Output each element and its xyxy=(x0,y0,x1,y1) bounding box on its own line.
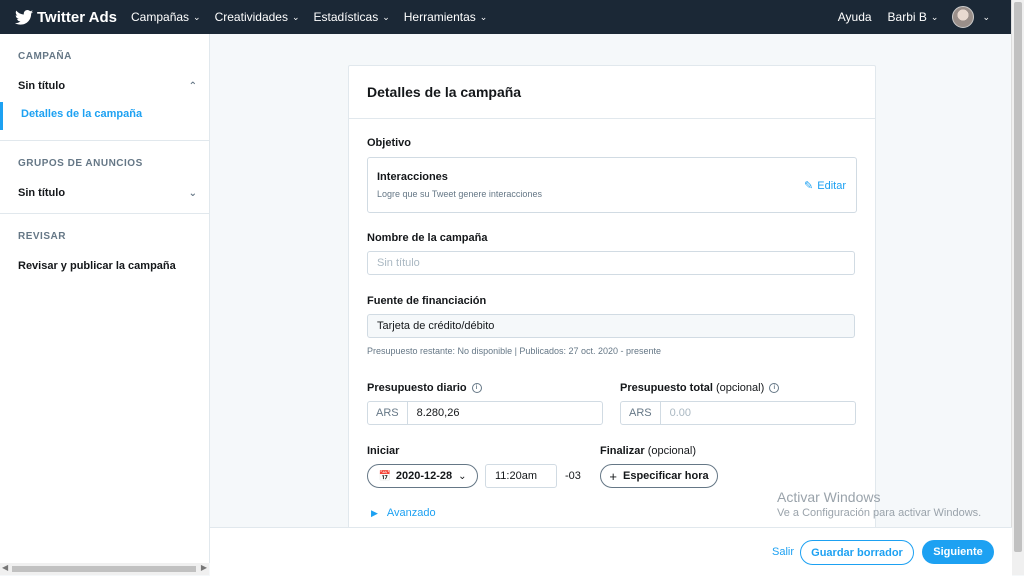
top-nav: Twitter Ads Campañas ⌄ Creatividades ⌄ Est… xyxy=(0,0,1012,34)
activate-windows-subtitle: Ve a Configuración para activar Windows. xyxy=(777,507,982,519)
objective-description: Logre que su Tweet genere interacciones xyxy=(377,189,542,199)
sidebar-item-label: Sin título xyxy=(18,187,66,199)
chevron-down-icon: ⌄ xyxy=(291,11,300,22)
specify-end-time-label: Especificar hora xyxy=(623,470,709,482)
objective-box: Interacciones Logre que su Tweet genere … xyxy=(367,157,857,213)
daily-budget-value: 8.280,26 xyxy=(416,407,460,419)
campaign-name-label: Nombre de la campaña xyxy=(367,232,488,244)
sidebar: CAMPAÑA Sin título ⌃ Detalles de la camp… xyxy=(0,34,210,575)
nav-label: Creatividades xyxy=(214,10,288,24)
caret-right-icon: ▶ xyxy=(371,507,378,518)
vertical-scrollbar[interactable] xyxy=(1011,0,1024,575)
calendar-icon: 📅 xyxy=(378,470,391,482)
chevron-down-icon: ⌄ xyxy=(479,11,488,22)
currency-prefix: ARS xyxy=(621,402,661,424)
total-budget-label: Presupuesto total (opcional) i xyxy=(620,382,780,394)
twitter-bird-icon xyxy=(15,9,33,25)
avatar[interactable] xyxy=(952,6,975,28)
next-button[interactable]: Siguiente xyxy=(922,540,994,564)
funding-source-field: Tarjeta de crédito/débito xyxy=(367,314,855,338)
chevron-down-icon: ⌄ xyxy=(458,470,467,482)
total-budget-placeholder: 0.00 xyxy=(669,407,692,419)
sidebar-heading: GRUPOS DE ANUNCIOS xyxy=(18,158,143,169)
sidebar-section-campaign: CAMPAÑA Sin título ⌃ Detalles de la camp… xyxy=(0,34,209,141)
chevron-down-icon: ⌄ xyxy=(382,11,390,22)
campaign-name-placeholder: Sin título xyxy=(377,257,420,269)
chevron-up-icon: ⌃ xyxy=(188,80,197,92)
sidebar-item-campaign-details[interactable]: Detalles de la campaña xyxy=(0,102,209,130)
nav-label: Campañas xyxy=(131,10,190,24)
nav-label: Estadísticas xyxy=(313,10,379,24)
start-time-input[interactable]: 11:20am xyxy=(485,464,557,488)
info-icon[interactable]: i xyxy=(769,383,780,394)
nav-label: Herramientas xyxy=(403,10,476,24)
sidebar-item-adgroup[interactable]: Sin título ⌄ xyxy=(0,177,209,213)
horizontal-scrollbar[interactable]: ◀ ▶ xyxy=(0,563,209,575)
start-time-value: 11:20am xyxy=(495,470,537,482)
funding-help-text: Presupuesto restante: No disponible | Pu… xyxy=(367,346,662,356)
objective-title: Interacciones xyxy=(377,171,448,183)
chevron-down-icon: ⌄ xyxy=(188,187,197,199)
scroll-left-icon[interactable]: ◀ xyxy=(2,563,8,572)
exit-link[interactable]: Salir xyxy=(772,546,794,558)
footer-bar: Salir Guardar borrador Siguiente xyxy=(210,527,1012,576)
nav-creatives[interactable]: Creatividades ⌄ xyxy=(215,10,300,24)
account-menu[interactable]: Barbi B ⌄ xyxy=(888,10,939,24)
funding-source-value: Tarjeta de crédito/débito xyxy=(377,320,495,332)
total-budget-input[interactable]: ARS 0.00 xyxy=(620,401,856,425)
daily-budget-input[interactable]: ARS 8.280,26 xyxy=(367,401,603,425)
nav-campaigns[interactable]: Campañas ⌄ xyxy=(131,10,201,24)
plus-icon: + xyxy=(609,468,617,484)
campaign-name-input[interactable]: Sin título xyxy=(367,251,855,275)
end-label-text: Finalizar xyxy=(600,445,645,457)
account-name: Barbi B xyxy=(887,10,927,24)
funding-source-label: Fuente de financiación xyxy=(367,295,487,307)
sidebar-item-campaign[interactable]: Sin título ⌃ xyxy=(0,70,209,102)
nav-analytics[interactable]: Estadísticas ⌄ xyxy=(314,10,390,24)
chevron-down-icon[interactable]: ⌄ xyxy=(982,12,990,23)
card-title: Detalles de la campaña xyxy=(349,66,875,119)
sidebar-section-adgroups: GRUPOS DE ANUNCIOS Sin título ⌄ xyxy=(0,141,209,214)
brand-name: Twitter Ads xyxy=(37,8,118,26)
sidebar-item-review[interactable]: Revisar y publicar la campaña xyxy=(0,250,209,282)
chevron-down-icon: ⌄ xyxy=(193,11,201,22)
brand-logo[interactable]: Twitter Ads xyxy=(15,9,117,26)
edit-label: Editar xyxy=(817,179,846,192)
currency-prefix: ARS xyxy=(368,402,408,424)
daily-budget-label: Presupuesto diario i xyxy=(367,382,482,394)
pencil-icon: ✎ xyxy=(804,180,814,192)
start-date-value: 2020-12-28 xyxy=(395,470,453,482)
edit-objective-button[interactable]: ✎ Editar xyxy=(804,179,846,193)
advanced-toggle[interactable]: ▶ Avanzado xyxy=(371,507,436,519)
sidebar-section-review: REVISAR Revisar y publicar la campaña xyxy=(0,214,209,282)
end-label: Finalizar (opcional) xyxy=(600,445,696,457)
save-draft-button[interactable]: Guardar borrador xyxy=(800,540,914,565)
info-icon[interactable]: i xyxy=(471,383,482,394)
scroll-right-icon[interactable]: ▶ xyxy=(201,563,207,572)
total-budget-label-text: Presupuesto total xyxy=(620,382,713,394)
campaign-details-card: Detalles de la campaña Objetivo Interacc… xyxy=(348,65,876,529)
sidebar-heading: REVISAR xyxy=(18,231,66,242)
scrollbar-thumb[interactable] xyxy=(12,566,196,572)
timezone-label: -03 xyxy=(565,470,581,482)
objective-label: Objetivo xyxy=(367,137,412,149)
advanced-label: Avanzado xyxy=(386,507,436,519)
daily-budget-label-text: Presupuesto diario xyxy=(367,382,467,394)
sidebar-item-label: Sin título xyxy=(18,80,66,92)
optional-tag: (opcional) xyxy=(715,382,765,394)
nav-tools[interactable]: Herramientas ⌄ xyxy=(404,10,488,24)
activate-windows-title: Activar Windows xyxy=(777,489,881,505)
start-label: Iniciar xyxy=(367,445,400,457)
optional-tag: (opcional) xyxy=(647,445,696,457)
scrollbar-thumb[interactable] xyxy=(1014,2,1022,552)
start-date-picker[interactable]: 📅 2020-12-28 ⌄ xyxy=(367,464,478,488)
specify-end-time-button[interactable]: + Especificar hora xyxy=(600,464,718,488)
help-link[interactable]: Ayuda xyxy=(838,10,872,24)
chevron-down-icon: ⌄ xyxy=(930,11,939,22)
sidebar-heading: CAMPAÑA xyxy=(18,51,72,62)
